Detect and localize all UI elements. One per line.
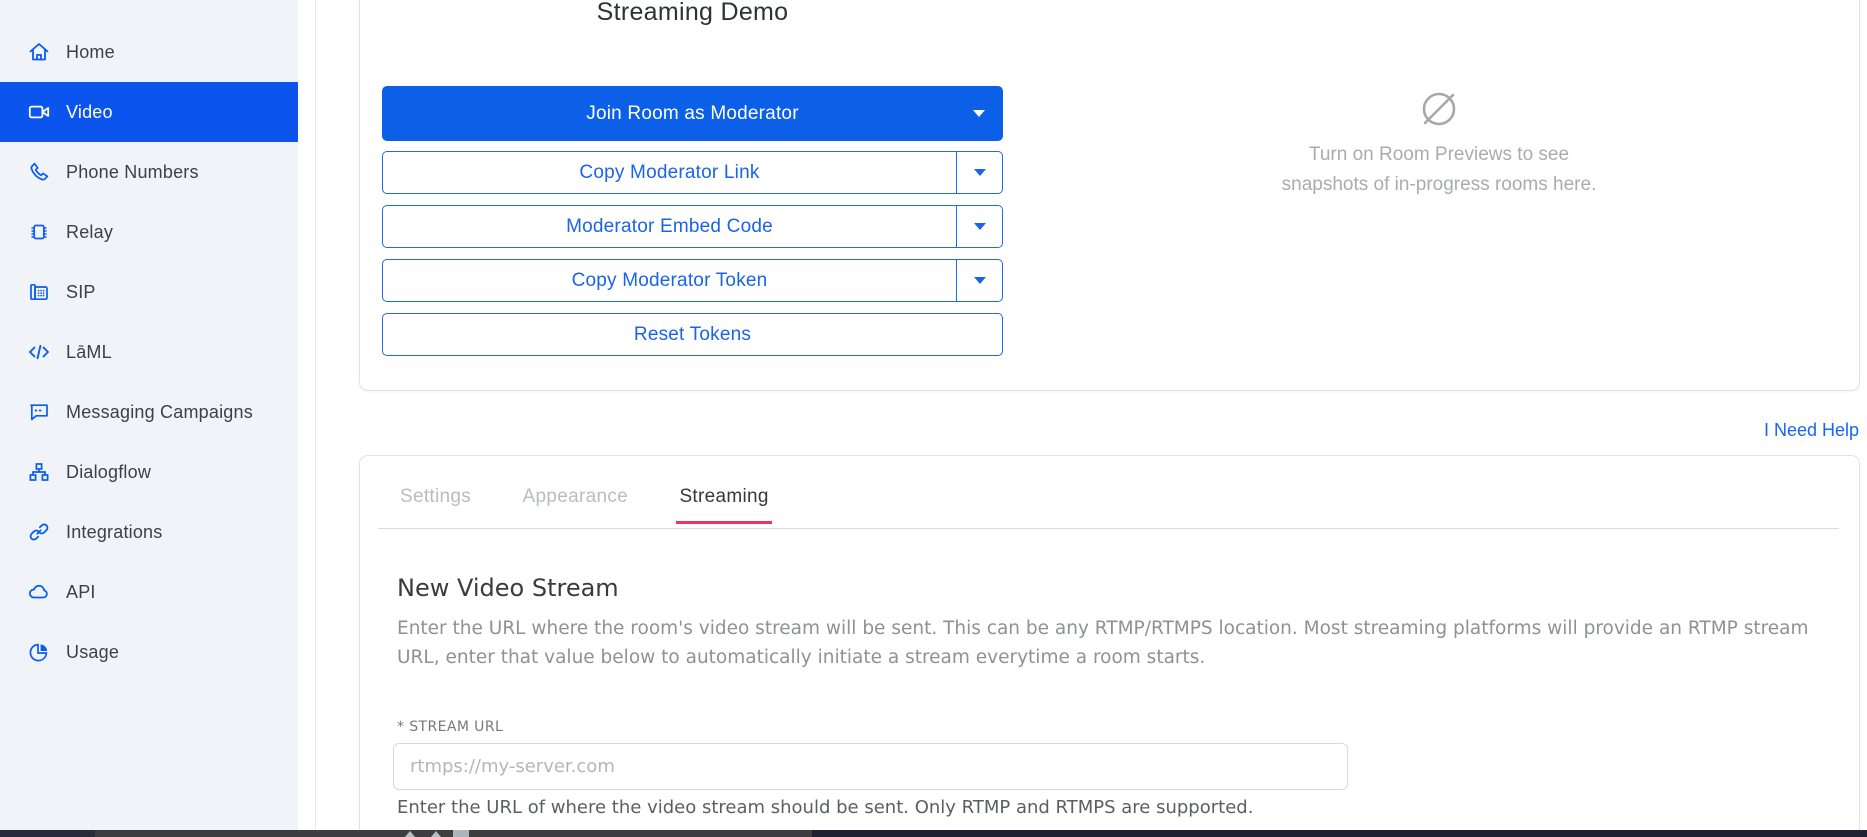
stream-url-help-text: Enter the URL of where the video stream …: [397, 797, 1857, 818]
bottom-edge-bar: [0, 830, 1867, 837]
stream-url-input[interactable]: [393, 743, 1348, 790]
code-icon: [27, 340, 51, 364]
sidebar-item-label: Phone Numbers: [66, 162, 199, 183]
app-window: Home Video Phone Numbers Relay: [0, 0, 1867, 837]
button-label: Reset Tokens: [383, 314, 1002, 355]
sidebar-scrollbar-track[interactable]: [298, 0, 316, 830]
copy-token-dropdown-toggle[interactable]: [956, 260, 1002, 301]
pie-chart-icon: [27, 640, 51, 664]
sidebar-nav: Home Video Phone Numbers Relay: [0, 22, 298, 682]
cloud-icon: [27, 580, 51, 604]
tab-bar: Settings Appearance Streaming: [378, 486, 1839, 529]
sidebar-item-home[interactable]: Home: [0, 22, 298, 82]
sidebar-item-label: LāML: [66, 342, 112, 363]
section-title: New Video Stream: [397, 574, 1857, 602]
button-label: Copy Moderator Token: [383, 260, 956, 301]
section-description: Enter the URL where the room's video str…: [397, 614, 1852, 672]
chat-bubble-icon: [27, 400, 51, 424]
desk-phone-icon: [27, 280, 51, 304]
chevron-down-icon: [973, 110, 985, 117]
sidebar-item-relay[interactable]: Relay: [0, 202, 298, 262]
home-icon: [27, 40, 51, 64]
room-title: Streaming Demo: [382, 0, 1003, 27]
new-video-stream-section: New Video Stream Enter the URL where the…: [397, 574, 1857, 818]
sidebar-item-api[interactable]: API: [0, 562, 298, 622]
main-content: Streaming Demo Join Room as Moderator Co…: [317, 0, 1867, 830]
chevron-down-icon: [974, 277, 986, 284]
sidebar-item-messaging-campaigns[interactable]: Messaging Campaigns: [0, 382, 298, 442]
sidebar-item-label: Dialogflow: [66, 462, 151, 483]
button-label: Join Room as Moderator: [382, 86, 1003, 141]
embed-code-dropdown-toggle[interactable]: [956, 206, 1002, 247]
sidebar-item-label: Video: [66, 102, 113, 123]
join-room-dropdown-toggle[interactable]: [955, 86, 1003, 141]
stream-url-label: * STREAM URL: [397, 719, 1857, 735]
tab-appearance[interactable]: Appearance: [520, 486, 631, 524]
bottom-bar-segment: [95, 830, 812, 837]
sidebar-item-integrations[interactable]: Integrations: [0, 502, 298, 562]
join-room-as-moderator-button[interactable]: Join Room as Moderator: [382, 86, 1003, 141]
sidebar: Home Video Phone Numbers Relay: [0, 0, 298, 830]
room-card: Streaming Demo Join Room as Moderator Co…: [359, 0, 1860, 391]
moderator-buttons: Join Room as Moderator Copy Moderator Li…: [382, 86, 1003, 367]
chevron-down-icon: [974, 223, 986, 230]
bottom-bar-glyph: [431, 831, 441, 837]
stream-settings-card: Settings Appearance Streaming New Video …: [359, 455, 1860, 837]
bottom-bar-glyph: [453, 830, 469, 837]
copy-moderator-link-button[interactable]: Copy Moderator Link: [382, 151, 1003, 194]
sidebar-item-label: Usage: [66, 642, 119, 663]
copy-moderator-token-button[interactable]: Copy Moderator Token: [382, 259, 1003, 302]
circle-slash-icon: [1239, 83, 1639, 140]
sidebar-item-label: Messaging Campaigns: [66, 402, 253, 423]
sidebar-item-video[interactable]: Video: [0, 82, 298, 142]
button-label: Moderator Embed Code: [383, 206, 956, 247]
sidebar-item-dialogflow[interactable]: Dialogflow: [0, 442, 298, 502]
link-icon: [27, 520, 51, 544]
tab-settings[interactable]: Settings: [397, 486, 474, 524]
sidebar-item-phone-numbers[interactable]: Phone Numbers: [0, 142, 298, 202]
preview-placeholder-line2: snapshots of in-progress rooms here.: [1239, 170, 1639, 200]
i-need-help-link[interactable]: I Need Help: [1764, 420, 1859, 441]
sidebar-item-label: Relay: [66, 222, 113, 243]
room-preview-placeholder: Turn on Room Previews to see snapshots o…: [1239, 83, 1639, 200]
sidebar-item-label: Integrations: [66, 522, 162, 543]
moderator-embed-code-button[interactable]: Moderator Embed Code: [382, 205, 1003, 248]
copy-link-dropdown-toggle[interactable]: [956, 152, 1002, 193]
tab-streaming[interactable]: Streaming: [676, 486, 771, 524]
chevron-down-icon: [974, 169, 986, 176]
sidebar-item-usage[interactable]: Usage: [0, 622, 298, 682]
preview-placeholder-line1: Turn on Room Previews to see: [1239, 140, 1639, 170]
video-camera-icon: [27, 100, 51, 124]
button-label: Copy Moderator Link: [383, 152, 956, 193]
phone-icon: [27, 160, 51, 184]
sidebar-item-sip[interactable]: SIP: [0, 262, 298, 322]
sidebar-item-laml[interactable]: LāML: [0, 322, 298, 382]
bottom-bar-glyph: [405, 831, 415, 837]
sitemap-icon: [27, 460, 51, 484]
sidebar-item-label: Home: [66, 42, 115, 63]
bottom-bar-segment: [0, 830, 95, 837]
chip-icon: [27, 220, 51, 244]
sidebar-item-label: API: [66, 582, 96, 603]
sidebar-item-label: SIP: [66, 282, 96, 303]
reset-tokens-button[interactable]: Reset Tokens: [382, 313, 1003, 356]
